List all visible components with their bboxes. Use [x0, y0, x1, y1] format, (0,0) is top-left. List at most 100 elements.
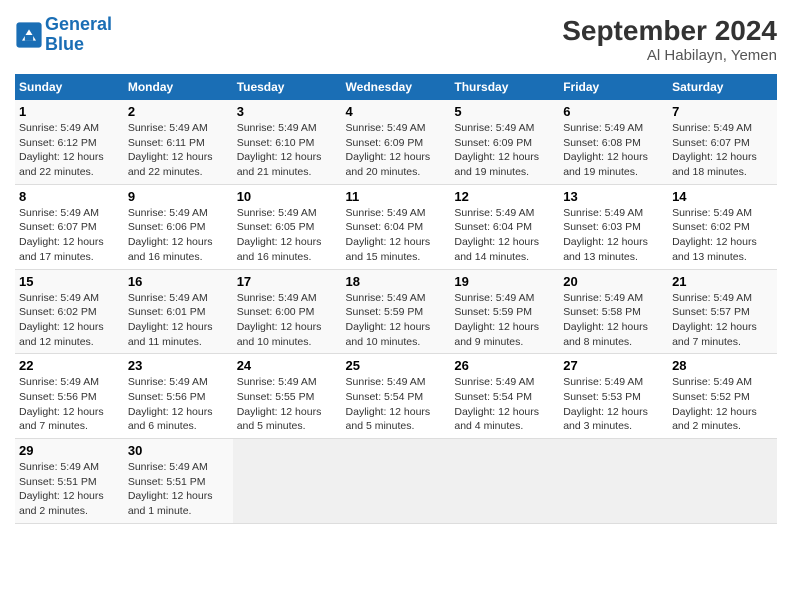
day-cell: [668, 439, 777, 524]
day-cell: 29 Sunrise: 5:49 AM Sunset: 5:51 PM Dayl…: [15, 439, 124, 524]
day-number: 22: [19, 358, 120, 373]
day-number: 12: [454, 189, 555, 204]
day-info: Sunrise: 5:49 AM Sunset: 5:52 PM Dayligh…: [672, 375, 773, 434]
day-cell: 4 Sunrise: 5:49 AM Sunset: 6:09 PM Dayli…: [342, 100, 451, 184]
day-info: Sunrise: 5:49 AM Sunset: 6:01 PM Dayligh…: [128, 291, 229, 350]
day-number: 18: [346, 274, 447, 289]
location-title: Al Habilayn, Yemen: [562, 47, 777, 64]
day-number: 13: [563, 189, 664, 204]
day-cell: 16 Sunrise: 5:49 AM Sunset: 6:01 PM Dayl…: [124, 269, 233, 354]
title-block: September 2024 Al Habilayn, Yemen: [562, 15, 777, 64]
day-info: Sunrise: 5:49 AM Sunset: 5:58 PM Dayligh…: [563, 291, 664, 350]
day-info: Sunrise: 5:49 AM Sunset: 6:07 PM Dayligh…: [19, 206, 120, 265]
day-info: Sunrise: 5:49 AM Sunset: 5:54 PM Dayligh…: [346, 375, 447, 434]
day-cell: [559, 439, 668, 524]
day-info: Sunrise: 5:49 AM Sunset: 6:02 PM Dayligh…: [19, 291, 120, 350]
day-cell: 27 Sunrise: 5:49 AM Sunset: 5:53 PM Dayl…: [559, 354, 668, 439]
day-info: Sunrise: 5:49 AM Sunset: 6:05 PM Dayligh…: [237, 206, 338, 265]
day-info: Sunrise: 5:49 AM Sunset: 5:53 PM Dayligh…: [563, 375, 664, 434]
week-row-4: 22 Sunrise: 5:49 AM Sunset: 5:56 PM Dayl…: [15, 354, 777, 439]
day-cell: 22 Sunrise: 5:49 AM Sunset: 5:56 PM Dayl…: [15, 354, 124, 439]
col-header-monday: Monday: [124, 74, 233, 100]
day-info: Sunrise: 5:49 AM Sunset: 5:51 PM Dayligh…: [19, 460, 120, 519]
day-number: 16: [128, 274, 229, 289]
day-cell: 24 Sunrise: 5:49 AM Sunset: 5:55 PM Dayl…: [233, 354, 342, 439]
day-cell: 9 Sunrise: 5:49 AM Sunset: 6:06 PM Dayli…: [124, 184, 233, 269]
day-info: Sunrise: 5:49 AM Sunset: 6:08 PM Dayligh…: [563, 121, 664, 180]
day-cell: 19 Sunrise: 5:49 AM Sunset: 5:59 PM Dayl…: [450, 269, 559, 354]
logo-text: General Blue: [45, 15, 112, 55]
logo: General Blue: [15, 15, 112, 55]
day-info: Sunrise: 5:49 AM Sunset: 5:51 PM Dayligh…: [128, 460, 229, 519]
day-cell: 6 Sunrise: 5:49 AM Sunset: 6:08 PM Dayli…: [559, 100, 668, 184]
day-info: Sunrise: 5:49 AM Sunset: 6:02 PM Dayligh…: [672, 206, 773, 265]
day-info: Sunrise: 5:49 AM Sunset: 6:11 PM Dayligh…: [128, 121, 229, 180]
day-number: 26: [454, 358, 555, 373]
month-title: September 2024: [562, 15, 777, 47]
day-cell: 28 Sunrise: 5:49 AM Sunset: 5:52 PM Dayl…: [668, 354, 777, 439]
day-info: Sunrise: 5:49 AM Sunset: 5:55 PM Dayligh…: [237, 375, 338, 434]
day-cell: 7 Sunrise: 5:49 AM Sunset: 6:07 PM Dayli…: [668, 100, 777, 184]
day-info: Sunrise: 5:49 AM Sunset: 5:57 PM Dayligh…: [672, 291, 773, 350]
calendar-table: SundayMondayTuesdayWednesdayThursdayFrid…: [15, 74, 777, 524]
day-info: Sunrise: 5:49 AM Sunset: 6:06 PM Dayligh…: [128, 206, 229, 265]
day-number: 20: [563, 274, 664, 289]
day-cell: 13 Sunrise: 5:49 AM Sunset: 6:03 PM Dayl…: [559, 184, 668, 269]
day-cell: 21 Sunrise: 5:49 AM Sunset: 5:57 PM Dayl…: [668, 269, 777, 354]
day-number: 9: [128, 189, 229, 204]
logo-icon: [15, 21, 43, 49]
day-cell: 26 Sunrise: 5:49 AM Sunset: 5:54 PM Dayl…: [450, 354, 559, 439]
day-info: Sunrise: 5:49 AM Sunset: 5:56 PM Dayligh…: [19, 375, 120, 434]
day-number: 11: [346, 189, 447, 204]
day-number: 29: [19, 443, 120, 458]
day-cell: 25 Sunrise: 5:49 AM Sunset: 5:54 PM Dayl…: [342, 354, 451, 439]
day-number: 14: [672, 189, 773, 204]
day-info: Sunrise: 5:49 AM Sunset: 5:54 PM Dayligh…: [454, 375, 555, 434]
day-info: Sunrise: 5:49 AM Sunset: 6:09 PM Dayligh…: [346, 121, 447, 180]
day-info: Sunrise: 5:49 AM Sunset: 6:04 PM Dayligh…: [346, 206, 447, 265]
day-info: Sunrise: 5:49 AM Sunset: 6:03 PM Dayligh…: [563, 206, 664, 265]
day-number: 24: [237, 358, 338, 373]
day-number: 28: [672, 358, 773, 373]
day-cell: 5 Sunrise: 5:49 AM Sunset: 6:09 PM Dayli…: [450, 100, 559, 184]
col-header-friday: Friday: [559, 74, 668, 100]
day-number: 27: [563, 358, 664, 373]
week-row-1: 1 Sunrise: 5:49 AM Sunset: 6:12 PM Dayli…: [15, 100, 777, 184]
day-info: Sunrise: 5:49 AM Sunset: 6:00 PM Dayligh…: [237, 291, 338, 350]
day-number: 6: [563, 104, 664, 119]
day-number: 5: [454, 104, 555, 119]
day-number: 21: [672, 274, 773, 289]
day-info: Sunrise: 5:49 AM Sunset: 5:59 PM Dayligh…: [346, 291, 447, 350]
day-cell: 8 Sunrise: 5:49 AM Sunset: 6:07 PM Dayli…: [15, 184, 124, 269]
day-cell: 11 Sunrise: 5:49 AM Sunset: 6:04 PM Dayl…: [342, 184, 451, 269]
day-number: 8: [19, 189, 120, 204]
day-cell: 10 Sunrise: 5:49 AM Sunset: 6:05 PM Dayl…: [233, 184, 342, 269]
day-info: Sunrise: 5:49 AM Sunset: 6:09 PM Dayligh…: [454, 121, 555, 180]
day-number: 19: [454, 274, 555, 289]
calendar-header-row: SundayMondayTuesdayWednesdayThursdayFrid…: [15, 74, 777, 100]
week-row-5: 29 Sunrise: 5:49 AM Sunset: 5:51 PM Dayl…: [15, 439, 777, 524]
day-cell: 20 Sunrise: 5:49 AM Sunset: 5:58 PM Dayl…: [559, 269, 668, 354]
day-cell: 15 Sunrise: 5:49 AM Sunset: 6:02 PM Dayl…: [15, 269, 124, 354]
day-cell: 1 Sunrise: 5:49 AM Sunset: 6:12 PM Dayli…: [15, 100, 124, 184]
day-info: Sunrise: 5:49 AM Sunset: 5:56 PM Dayligh…: [128, 375, 229, 434]
col-header-saturday: Saturday: [668, 74, 777, 100]
day-info: Sunrise: 5:49 AM Sunset: 6:12 PM Dayligh…: [19, 121, 120, 180]
logo-general: General: [45, 14, 112, 34]
day-cell: 17 Sunrise: 5:49 AM Sunset: 6:00 PM Dayl…: [233, 269, 342, 354]
day-cell: [450, 439, 559, 524]
day-cell: 18 Sunrise: 5:49 AM Sunset: 5:59 PM Dayl…: [342, 269, 451, 354]
day-number: 25: [346, 358, 447, 373]
col-header-wednesday: Wednesday: [342, 74, 451, 100]
day-number: 17: [237, 274, 338, 289]
day-number: 15: [19, 274, 120, 289]
day-cell: 14 Sunrise: 5:49 AM Sunset: 6:02 PM Dayl…: [668, 184, 777, 269]
day-number: 30: [128, 443, 229, 458]
day-info: Sunrise: 5:49 AM Sunset: 5:59 PM Dayligh…: [454, 291, 555, 350]
day-cell: [342, 439, 451, 524]
day-number: 2: [128, 104, 229, 119]
day-cell: 3 Sunrise: 5:49 AM Sunset: 6:10 PM Dayli…: [233, 100, 342, 184]
day-number: 10: [237, 189, 338, 204]
col-header-thursday: Thursday: [450, 74, 559, 100]
day-cell: 12 Sunrise: 5:49 AM Sunset: 6:04 PM Dayl…: [450, 184, 559, 269]
